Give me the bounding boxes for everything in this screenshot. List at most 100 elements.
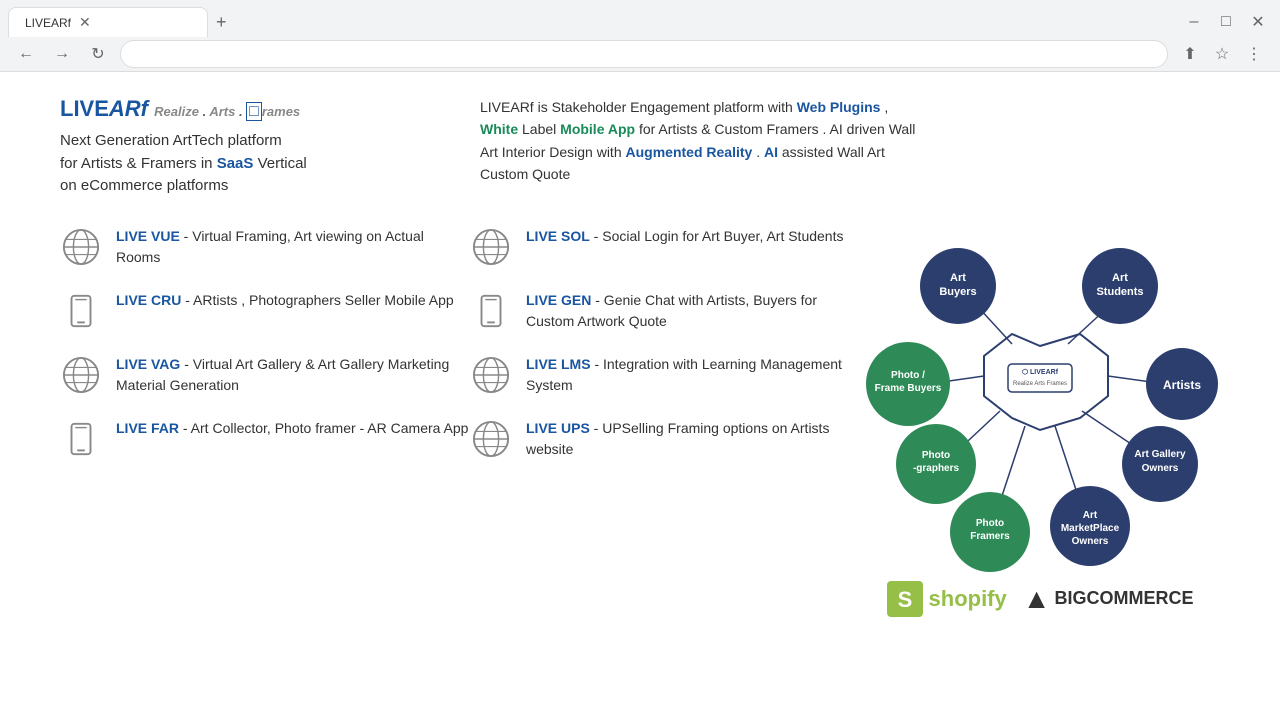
- shopify-text: shopify: [929, 586, 1007, 612]
- tagline-line2: for Artists & Framers in: [60, 155, 217, 172]
- share-button[interactable]: ⬆: [1176, 40, 1204, 68]
- bigcommerce-logo: ▲ BIGCOMMERCE: [1023, 583, 1194, 615]
- maximize-button[interactable]: □: [1212, 8, 1240, 36]
- svg-text:Art: Art: [1112, 272, 1128, 284]
- svg-text:Realize Arts Frames: Realize Arts Frames: [1013, 381, 1067, 387]
- logo: LIVEARf Realize . Arts . □rames: [60, 96, 440, 122]
- desc-comma: ,: [880, 99, 888, 115]
- svg-text:Art: Art: [950, 272, 966, 284]
- features-diagram: ⬡ LIVEARf Realize Arts Frames: [850, 226, 1230, 646]
- ups-icon: [470, 418, 512, 460]
- svg-text:S: S: [897, 587, 912, 612]
- tagline-line1: Next Generation ArtTech platform: [60, 132, 282, 149]
- desc-white: White: [480, 121, 518, 137]
- feature-cru: LIVE CRU - ARtists , Photographers Selle…: [60, 290, 470, 332]
- cru-desc: - ARtists , Photographers Seller Mobile …: [181, 292, 453, 308]
- back-button[interactable]: ←: [12, 40, 40, 68]
- logo-sub: Realize . Arts . □rames: [154, 104, 300, 119]
- svg-text:Art: Art: [1083, 510, 1098, 521]
- reload-button[interactable]: ↻: [84, 40, 112, 68]
- lms-text: LIVE LMS - Integration with Learning Man…: [526, 354, 850, 396]
- sol-text: LIVE SOL - Social Login for Art Buyer, A…: [526, 226, 844, 247]
- svg-text:Photo: Photo: [922, 450, 950, 461]
- address-bar[interactable]: [120, 40, 1168, 68]
- forward-button[interactable]: →: [48, 40, 76, 68]
- vue-icon: [60, 226, 102, 268]
- svg-text:MarketPlace: MarketPlace: [1061, 523, 1120, 534]
- feature-vue: LIVE VUE - Virtual Framing, Art viewing …: [60, 226, 470, 268]
- far-text: LIVE FAR - Art Collector, Photo framer -…: [116, 418, 468, 439]
- features-section: LIVE VUE - Virtual Framing, Art viewing …: [60, 226, 1220, 646]
- nav-bar: ← → ↻ ⬆ ☆ ⋮: [0, 36, 1280, 72]
- far-desc: - Art Collector, Photo framer - AR Camer…: [179, 420, 468, 436]
- feature-vag: LIVE VAG - Virtual Art Gallery & Art Gal…: [60, 354, 470, 396]
- lms-name: LIVE LMS: [526, 356, 591, 372]
- desc-label: Label: [518, 121, 560, 137]
- vue-name: LIVE VUE: [116, 228, 180, 244]
- tagline-saas: SaaS: [217, 155, 254, 172]
- new-tab-button[interactable]: +: [208, 8, 235, 37]
- desc-dot-ai: .: [752, 144, 764, 160]
- svg-text:Photo: Photo: [976, 518, 1004, 529]
- sol-name: LIVE SOL: [526, 228, 590, 244]
- feature-gen: LIVE GEN - Genie Chat with Artists, Buye…: [470, 290, 850, 332]
- logo-arf: ARf: [109, 96, 148, 121]
- svg-text:Framers: Framers: [970, 531, 1010, 542]
- svg-text:Owners: Owners: [1072, 536, 1109, 547]
- tab-bar: LIVEARf ✕ + – □ ✕: [0, 0, 1280, 36]
- tagline: Next Generation ArtTech platform for Art…: [60, 130, 440, 198]
- feature-lms: LIVE LMS - Integration with Learning Man…: [470, 354, 850, 396]
- diagram-container: ⬡ LIVEARf Realize Arts Frames: [850, 226, 1230, 646]
- features-right: LIVE SOL - Social Login for Art Buyer, A…: [470, 226, 850, 646]
- minimize-button[interactable]: –: [1180, 8, 1208, 36]
- active-tab[interactable]: LIVEARf ✕: [8, 7, 208, 37]
- desc-web-plugins: Web Plugins: [797, 99, 881, 115]
- desc-custom-quote: Custom Quote: [480, 166, 570, 182]
- logo-live: LIVE: [60, 96, 109, 121]
- desc-ar: Augmented Reality: [626, 144, 753, 160]
- svg-text:Buyers: Buyers: [939, 286, 976, 298]
- desc-for-artists: for Artists & Custom Framers . AI driven…: [635, 121, 915, 137]
- description-section: LIVEARf is Stakeholder Engagement platfo…: [480, 96, 1220, 186]
- ups-text: LIVE UPS - UPSelling Framing options on …: [526, 418, 850, 460]
- logo-section: LIVEARf Realize . Arts . □rames Next Gen…: [60, 96, 440, 198]
- page-content: LIVEARf Realize . Arts . □rames Next Gen…: [0, 72, 1280, 720]
- bigcommerce-icon: ▲: [1023, 583, 1051, 615]
- cru-text: LIVE CRU - ARtists , Photographers Selle…: [116, 290, 454, 311]
- browser-chrome: LIVEARf ✕ + – □ ✕ ← → ↻ ⬆ ☆ ⋮: [0, 0, 1280, 72]
- menu-button[interactable]: ⋮: [1240, 40, 1268, 68]
- svg-text:Students: Students: [1096, 286, 1143, 298]
- svg-text:Artists: Artists: [1163, 378, 1201, 392]
- svg-text:Frame Buyers: Frame Buyers: [875, 383, 942, 394]
- gen-text: LIVE GEN - Genie Chat with Artists, Buye…: [526, 290, 850, 332]
- desc-assisted: assisted Wall Art: [778, 144, 885, 160]
- vue-text: LIVE VUE - Virtual Framing, Art viewing …: [116, 226, 470, 268]
- sol-desc: - Social Login for Art Buyer, Art Studen…: [590, 228, 844, 244]
- nav-actions: ⬆ ☆ ⋮: [1176, 40, 1268, 68]
- far-icon: [60, 418, 102, 460]
- desc-mobile-app: Mobile App: [560, 121, 635, 137]
- desc-prefix: LIVEARf is Stakeholder Engagement platfo…: [480, 99, 797, 115]
- feature-sol: LIVE SOL - Social Login for Art Buyer, A…: [470, 226, 850, 268]
- svg-text:Owners: Owners: [1142, 463, 1179, 474]
- svg-text:-graphers: -graphers: [913, 463, 960, 474]
- feature-far: LIVE FAR - Art Collector, Photo framer -…: [60, 418, 470, 460]
- desc-ai: AI: [764, 144, 778, 160]
- svg-text:Photo /: Photo /: [891, 370, 925, 381]
- tagline-line3: Vertical: [253, 155, 306, 172]
- desc-art-interior: Art Interior Design with: [480, 144, 626, 160]
- far-name: LIVE FAR: [116, 420, 179, 436]
- gen-name: LIVE GEN: [526, 292, 591, 308]
- vag-icon: [60, 354, 102, 396]
- svg-text:⬡ LIVEARf: ⬡ LIVEARf: [1022, 368, 1059, 376]
- cru-name: LIVE CRU: [116, 292, 181, 308]
- gen-icon: [470, 290, 512, 332]
- tab-close-button[interactable]: ✕: [79, 14, 91, 31]
- bigcommerce-text: BIGCOMMERCE: [1054, 588, 1193, 609]
- tagline-line4: on eCommerce platforms: [60, 177, 228, 194]
- tab-label: LIVEARf: [25, 16, 71, 30]
- svg-text:Art Gallery: Art Gallery: [1134, 449, 1186, 460]
- bookmark-button[interactable]: ☆: [1208, 40, 1236, 68]
- vag-name: LIVE VAG: [116, 356, 180, 372]
- close-window-button[interactable]: ✕: [1244, 8, 1272, 36]
